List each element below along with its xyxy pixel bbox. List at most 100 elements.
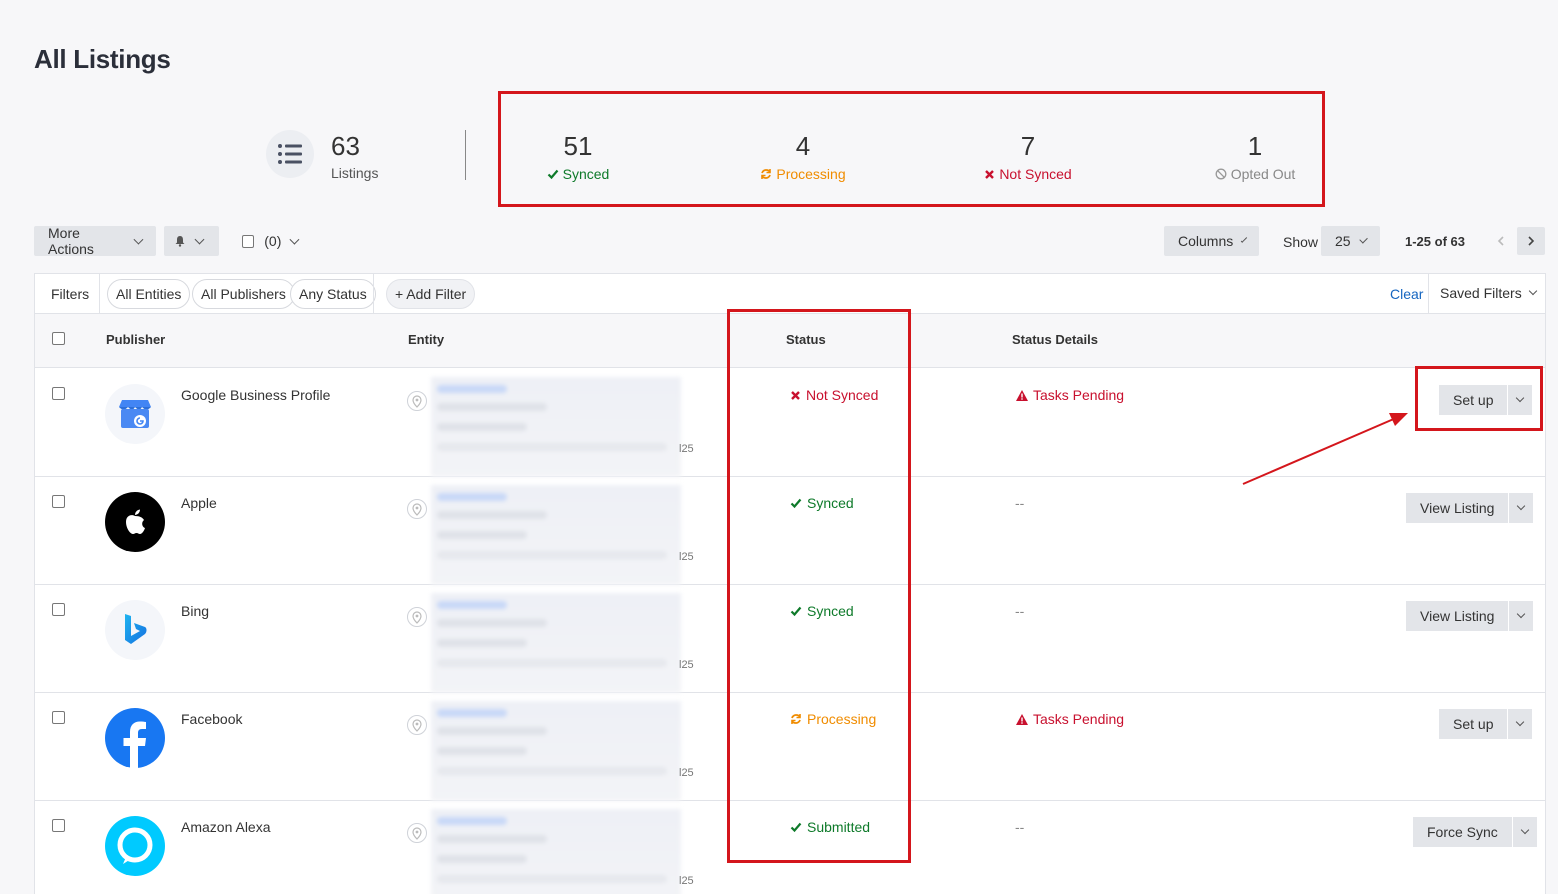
- bell-icon: [175, 236, 185, 247]
- publisher-name: Google Business Profile: [181, 387, 331, 403]
- set-up-button[interactable]: Set up: [1439, 709, 1509, 739]
- clear-filters-link[interactable]: Clear: [1390, 286, 1423, 302]
- publisher-name: Bing: [181, 603, 210, 619]
- saved-filters-dropdown[interactable]: Saved Filters: [1440, 285, 1537, 301]
- entity-blurred: [431, 809, 681, 894]
- column-entity[interactable]: Entity: [408, 332, 444, 347]
- action-dropdown-toggle[interactable]: [1512, 817, 1537, 847]
- chevron-down-icon: [1528, 286, 1537, 296]
- annotation-arrow: [1242, 413, 1408, 485]
- location-pin-icon: [407, 499, 427, 519]
- total-listings-count: 63: [331, 131, 360, 161]
- prev-page-button[interactable]: [1487, 227, 1515, 255]
- status-column-highlight-box: [727, 309, 911, 863]
- filter-chip-status[interactable]: Any Status: [290, 279, 376, 309]
- header-checkbox[interactable]: [52, 332, 65, 345]
- row-checkbox[interactable]: [52, 711, 65, 724]
- columns-button[interactable]: Columns: [1164, 226, 1259, 256]
- entity-text: l25: [679, 875, 694, 887]
- warning-icon: [1016, 389, 1028, 401]
- publisher-name: Facebook: [181, 711, 243, 727]
- divider: [373, 274, 374, 314]
- google-business-profile-logo: [105, 384, 165, 444]
- status-details-text: --: [1015, 495, 1025, 511]
- amazon-alexa-logo: [105, 816, 165, 876]
- entity-blurred: [431, 593, 681, 693]
- page-size-value: 25: [1335, 233, 1351, 249]
- select-all-dropdown[interactable]: (0): [228, 226, 312, 256]
- entity-text: l25: [679, 551, 694, 563]
- location-pin-icon: [407, 823, 427, 843]
- location-pin-icon: [407, 391, 427, 411]
- row-action-split-button[interactable]: Set up: [1439, 709, 1533, 739]
- page-size-select[interactable]: 25: [1321, 226, 1380, 256]
- entity-blurred: [431, 377, 681, 477]
- list-icon: [266, 130, 314, 178]
- warning-icon: [1016, 713, 1028, 725]
- divider: [1428, 274, 1429, 314]
- entity-blurred: [431, 701, 681, 801]
- entity-text: l25: [679, 659, 694, 671]
- chevron-left-icon: [1497, 236, 1504, 246]
- row-checkbox[interactable]: [52, 495, 65, 508]
- row-checkbox[interactable]: [52, 819, 65, 832]
- view-listing-button[interactable]: View Listing: [1406, 493, 1510, 523]
- chevron-down-icon: [1516, 717, 1525, 727]
- set-up-highlight-box: [1415, 366, 1543, 431]
- status-details-text: Tasks Pending: [1033, 711, 1125, 727]
- action-dropdown-toggle[interactable]: [1509, 493, 1534, 523]
- action-dropdown-toggle[interactable]: [1509, 601, 1534, 631]
- status-details: --: [1015, 819, 1024, 835]
- row-action-split-button[interactable]: View Listing: [1406, 601, 1534, 631]
- chevron-down-icon: [1241, 235, 1248, 243]
- chevron-down-icon: [1358, 234, 1368, 244]
- chevron-down-icon: [1520, 825, 1530, 835]
- select-all-checkbox[interactable]: [242, 234, 255, 248]
- status-details: --: [1015, 603, 1024, 619]
- filter-chip-entities[interactable]: All Entities: [107, 279, 191, 309]
- publisher-name: Amazon Alexa: [181, 819, 271, 835]
- chevron-down-icon: [194, 234, 205, 244]
- columns-label: Columns: [1178, 233, 1234, 249]
- status-details-text: --: [1015, 603, 1025, 619]
- summary-divider: [465, 130, 466, 180]
- status-details[interactable]: Tasks Pending: [1015, 387, 1124, 403]
- status-details-text: --: [1015, 819, 1025, 835]
- column-publisher[interactable]: Publisher: [106, 332, 165, 347]
- action-dropdown-toggle[interactable]: [1508, 709, 1533, 739]
- more-actions-label: More Actions: [48, 225, 94, 257]
- show-label: Show: [1283, 234, 1319, 250]
- row-action-split-button[interactable]: View Listing: [1406, 493, 1534, 523]
- publisher-name: Apple: [181, 495, 217, 511]
- status-details[interactable]: Tasks Pending: [1015, 711, 1124, 727]
- view-listing-button[interactable]: View Listing: [1406, 601, 1510, 631]
- entity-blurred: [431, 485, 681, 585]
- divider: [99, 274, 100, 314]
- filter-bar: Filters All Entities All Publishers Any …: [35, 274, 1545, 314]
- chevron-down-icon: [1517, 501, 1526, 511]
- total-listings-label: Listings: [331, 165, 379, 181]
- column-status-details[interactable]: Status Details: [1012, 332, 1098, 347]
- next-page-button[interactable]: [1517, 227, 1545, 255]
- summary-highlight-box: [498, 91, 1325, 207]
- row-checkbox[interactable]: [52, 603, 65, 616]
- entity-text: l25: [679, 767, 694, 779]
- more-actions-button[interactable]: More Actions: [34, 225, 156, 257]
- row-checkbox[interactable]: [52, 387, 65, 400]
- filter-chip-publishers[interactable]: All Publishers: [192, 279, 295, 309]
- status-details: --: [1015, 495, 1024, 511]
- force-sync-button[interactable]: Force Sync: [1413, 817, 1513, 847]
- filters-label: Filters: [51, 286, 90, 302]
- chevron-down-icon: [1517, 609, 1526, 619]
- entity-text: l25: [679, 443, 694, 455]
- saved-filters-label: Saved Filters: [1440, 285, 1522, 301]
- add-filter-button[interactable]: + Add Filter: [386, 279, 476, 309]
- location-pin-icon: [407, 607, 427, 627]
- row-action-split-button[interactable]: Force Sync: [1413, 817, 1537, 847]
- chevron-right-icon: [1528, 236, 1535, 246]
- selected-count: (0): [264, 233, 282, 249]
- chevron-down-icon: [289, 234, 300, 244]
- notifications-button[interactable]: [164, 226, 219, 256]
- location-pin-icon: [407, 715, 427, 735]
- chevron-down-icon: [133, 234, 144, 244]
